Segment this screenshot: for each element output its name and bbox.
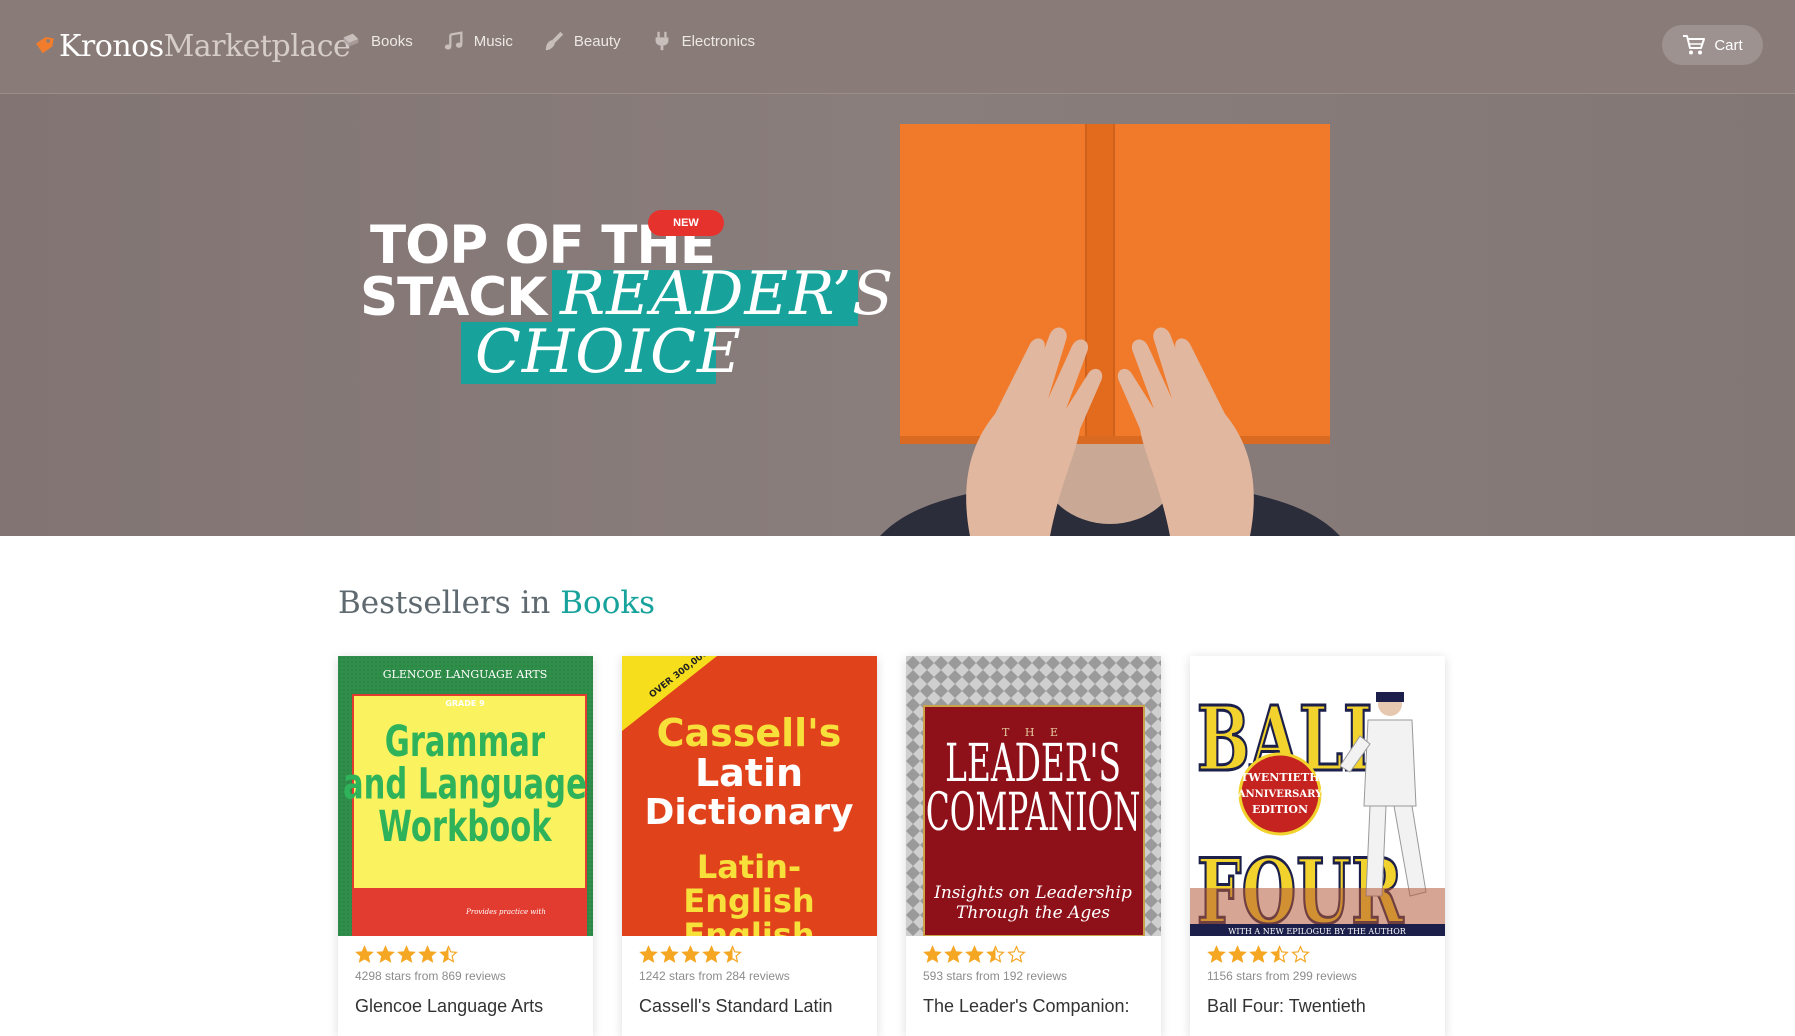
star-half-icon — [723, 945, 742, 963]
book-title[interactable]: Ball Four: Twentieth — [1207, 996, 1366, 1017]
star-half-icon — [986, 945, 1005, 963]
hero-italic-line2: CHOICE — [475, 317, 742, 387]
svg-text:English: English — [683, 882, 814, 920]
star-full-icon — [923, 945, 942, 963]
nav-item-beauty[interactable]: Beauty — [543, 30, 621, 52]
logo-primary: Kronos — [59, 28, 164, 64]
nav-item-books[interactable]: Books — [340, 30, 413, 52]
book-card[interactable]: BALL FOUR TWENTIETH ANNIVERSARY EDITION … — [1190, 656, 1445, 1036]
svg-text:GLENCOE LANGUAGE ARTS: GLENCOE LANGUAGE ARTS — [383, 668, 547, 681]
cart-icon — [1683, 35, 1706, 55]
review-count: 1242 stars from 284 reviews — [639, 969, 790, 983]
svg-text:Insights on Leadership: Insights on Leadership — [933, 883, 1132, 903]
price-tag-icon — [36, 36, 54, 54]
book-cover-image: T H E LEADER'S COMPANION Insights on Lea… — [906, 656, 1161, 936]
rating-stars — [1207, 945, 1312, 964]
svg-text:COMPANION: COMPANION — [926, 783, 1141, 844]
book-title[interactable]: Glencoe Language Arts — [355, 996, 543, 1017]
new-badge: NEW — [648, 210, 724, 236]
star-full-icon — [944, 945, 963, 963]
cart-label: Cart — [1714, 36, 1743, 54]
star-empty-icon — [1007, 945, 1026, 963]
star-full-icon — [355, 945, 374, 963]
brush-icon — [545, 31, 564, 51]
svg-text:Latin: Latin — [695, 751, 803, 795]
svg-text:Latin-: Latin- — [697, 848, 801, 886]
book-title[interactable]: Cassell's Standard Latin — [639, 996, 833, 1017]
star-full-icon — [639, 945, 658, 963]
hero-reader-image — [880, 124, 1340, 536]
section-title-prefix: Bestsellers in — [338, 585, 561, 621]
category-nav: Books Music Beauty Electronics — [340, 30, 785, 52]
svg-text:Through the Ages: Through the Ages — [956, 903, 1110, 923]
section-title-accent[interactable]: Books — [560, 585, 655, 621]
book-card[interactable]: T H E LEADER'S COMPANION Insights on Lea… — [906, 656, 1161, 1036]
rating-stars — [639, 945, 744, 964]
music-note-icon — [444, 31, 463, 50]
star-full-icon — [660, 945, 679, 963]
svg-text:Dictionary: Dictionary — [645, 792, 854, 833]
plug-icon — [655, 31, 668, 51]
book-title[interactable]: The Leader's Companion: — [923, 996, 1130, 1017]
rating-stars — [355, 945, 460, 964]
svg-text:English: English — [683, 916, 814, 936]
svg-text:ANNIVERSARY: ANNIVERSARY — [1237, 789, 1323, 800]
star-empty-icon — [1291, 945, 1310, 963]
star-half-icon — [1270, 945, 1289, 963]
rating-stars — [923, 945, 1028, 964]
nav-label-music: Music — [473, 32, 513, 50]
logo-secondary: Marketplace — [163, 28, 351, 64]
star-full-icon — [1228, 945, 1247, 963]
book-card[interactable]: GLENCOE LANGUAGE ARTS GRADE 9 Grammar an… — [338, 656, 593, 1036]
svg-text:Provides practice with: Provides practice with — [465, 908, 546, 916]
section-title: Bestsellers in Books — [338, 585, 655, 621]
svg-text:Cassell's: Cassell's — [657, 711, 842, 755]
star-full-icon — [702, 945, 721, 963]
nav-item-electronics[interactable]: Electronics — [651, 30, 755, 52]
star-full-icon — [418, 945, 437, 963]
svg-text:WITH A NEW EPILOGUE BY THE AUT: WITH A NEW EPILOGUE BY THE AUTHOR — [1228, 927, 1407, 936]
svg-text:TWENTIETH: TWENTIETH — [1240, 771, 1319, 784]
book-cover-image: BALL FOUR TWENTIETH ANNIVERSARY EDITION … — [1190, 656, 1445, 936]
nav-label-electronics: Electronics — [681, 32, 755, 50]
svg-text:EDITION: EDITION — [1252, 803, 1308, 816]
hero-italic-line1: READER’S — [560, 259, 895, 329]
star-full-icon — [965, 945, 984, 963]
star-full-icon — [1207, 945, 1226, 963]
star-full-icon — [376, 945, 395, 963]
book-icon — [343, 33, 359, 47]
star-full-icon — [681, 945, 700, 963]
nav-label-beauty: Beauty — [573, 32, 621, 50]
book-card[interactable]: OVER 300,000 COPIES SOLD Cassell's Latin… — [622, 656, 877, 1036]
cart-button[interactable]: Cart — [1662, 25, 1763, 65]
review-count: 1156 stars from 299 reviews — [1207, 969, 1357, 983]
nav-item-music[interactable]: Music — [443, 30, 513, 52]
top-header: Kronos Marketplace Books Music Beauty El… — [0, 0, 1795, 94]
nav-label-books: Books — [371, 32, 413, 50]
review-count: 593 stars from 192 reviews — [923, 969, 1068, 983]
book-cover-image: OVER 300,000 COPIES SOLD Cassell's Latin… — [622, 656, 877, 936]
book-cover-image: GLENCOE LANGUAGE ARTS GRADE 9 Grammar an… — [338, 656, 593, 936]
svg-text:Workbook: Workbook — [378, 802, 552, 851]
svg-text:GRADE 9: GRADE 9 — [445, 699, 485, 708]
star-full-icon — [397, 945, 416, 963]
logo[interactable]: Kronos Marketplace — [33, 24, 351, 68]
review-count: 4298 stars from 869 reviews — [355, 969, 506, 983]
hero-banner[interactable]: TOP OF THE STACK READER’S CHOICE NEW — [0, 94, 1795, 536]
star-full-icon — [1249, 945, 1268, 963]
star-half-icon — [439, 945, 458, 963]
